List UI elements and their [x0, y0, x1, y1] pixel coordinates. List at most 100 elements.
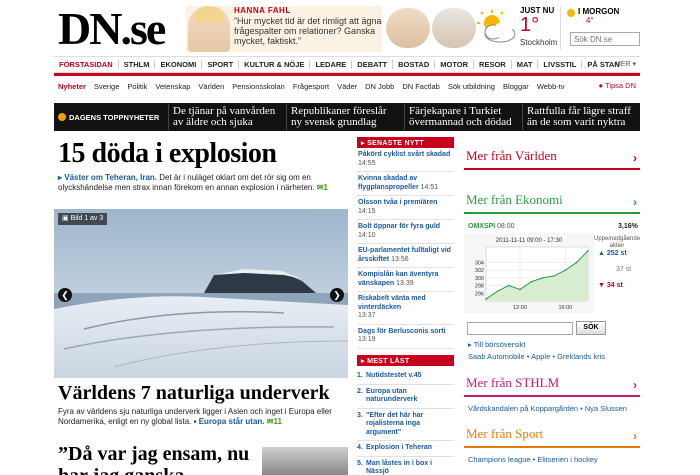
borsoversikt-link[interactable]: ▸ Till börsöversikt	[468, 340, 526, 349]
most-read-link[interactable]: Explosion i Teheran	[366, 444, 432, 453]
story-image[interactable]	[262, 447, 348, 475]
nav-item-kultur[interactable]: KULTUR & NÖJE	[239, 60, 311, 69]
arrow-icon: ▸	[58, 173, 63, 182]
ekonomi-topic-links[interactable]: Saab Automobile • Apple • Greklands kris	[468, 352, 605, 361]
nav-item-sthlm[interactable]: STHLM	[119, 60, 156, 69]
news-title[interactable]: Dags för Berlusconis sorti	[358, 328, 453, 337]
nav-item-livsstil[interactable]: LIVSSTIL	[538, 60, 583, 69]
nav-item-resor[interactable]: RESOR	[474, 60, 512, 69]
nav-item-ekonomi[interactable]: EKONOMI	[155, 60, 203, 69]
list-item[interactable]: 3. "Efter det här har rojalisterna inga a…	[357, 409, 454, 441]
list-item[interactable]: Riskabelt vänta med vinterdäcken 13:37	[357, 292, 454, 325]
news-title[interactable]: Riskabelt vänta med vinterdäcken	[358, 295, 453, 312]
top-headline[interactable]: Färjekapare i Turkiet övermannad och död…	[404, 104, 522, 130]
chevron-down-icon: ▾	[632, 61, 636, 68]
top-headline[interactable]: Republikaner föreslår ny svensk grundlag	[286, 104, 404, 130]
story-headline[interactable]: Världens 7 naturliga underverk	[58, 381, 330, 405]
list-item[interactable]: Olsson tvåa i premiären 14:15	[357, 196, 454, 220]
lead-location-link[interactable]: Väster om Teheran, Iran.	[64, 173, 157, 182]
weather-city[interactable]: Stockholm	[520, 38, 557, 47]
main-headline[interactable]: 15 döda i explosion	[58, 137, 277, 171]
most-read-link[interactable]: Nutidstestet v.45	[366, 372, 422, 381]
columnist-photo[interactable]	[432, 8, 476, 48]
chart-point	[541, 277, 544, 279]
index-name[interactable]: OMXSPI	[468, 223, 495, 230]
subnav-item-dn-factlab[interactable]: DN Factlab	[398, 82, 444, 91]
list-item[interactable]: EU-parlamentet fulltaligt vid årsskiftet…	[357, 244, 454, 268]
most-read-link[interactable]: "Efter det här har rojalisterna inga arg…	[366, 412, 454, 438]
news-title[interactable]: Olsson tvåa i premiären	[358, 199, 453, 208]
list-item[interactable]: Bolt öppnar för fyra guld 14:10	[357, 220, 454, 244]
stock-chart[interactable]: 2011-11-11 09:00 - 17:30 296298 300 302 304…	[464, 233, 594, 313]
subnav-item-pensionsskolan[interactable]: Pensionsskolan	[228, 82, 289, 91]
rank: 3.	[357, 411, 363, 419]
movers-up[interactable]: ▲ 252 st	[598, 250, 627, 257]
section-header-sthlm[interactable]: Mer från STHLM ›	[464, 374, 640, 394]
nav-more-dropdown[interactable]: MER ▾	[615, 60, 636, 68]
list-item[interactable]: Påkörd cyklist svårt skadad 14:55	[357, 148, 454, 172]
list-item[interactable]: Kompislån kan äventyra vänskapen 13:39	[357, 268, 454, 292]
stock-movers: Uppe/nedgående aktier ▲ 252 st 37 st ▼ 3…	[594, 236, 640, 302]
stock-search-input[interactable]	[467, 322, 573, 335]
section-header-ekonomi[interactable]: Mer från Ekonomi ›	[464, 191, 640, 211]
most-read-list: 1. Nutidstestet v.45 2. Europa utan naturu…	[357, 369, 454, 475]
subnav-item-sok-utbildning[interactable]: Sök utbildning	[444, 82, 499, 91]
nav-item-motor[interactable]: MOTOR	[435, 60, 475, 69]
latest-news-header: ▸ SENASTE NYTT	[357, 137, 454, 148]
nav-item-debatt[interactable]: DEBATT	[352, 60, 394, 69]
news-title[interactable]: Påkörd cyklist svårt skadad	[358, 151, 453, 160]
list-item[interactable]: 1. Nutidstestet v.45	[357, 369, 454, 385]
subnav-item-sverige[interactable]: Sverige	[90, 82, 123, 91]
chart-x-tick-label: 12:00	[513, 305, 527, 311]
columnist-photo[interactable]	[386, 8, 430, 48]
subnav-item-vetenskap[interactable]: Vetenskap	[151, 82, 194, 91]
top-headline[interactable]: De tjänar på vanvården av äldre och sjuk…	[168, 104, 286, 130]
news-title[interactable]: Kvinna skadad av flygplanspropeller	[358, 175, 419, 191]
nav-more-label: MER	[614, 61, 631, 68]
section-header-sport[interactable]: Mer från Sport ›	[464, 425, 640, 445]
comment-count[interactable]: 11	[273, 417, 281, 426]
story-headline[interactable]: ”Då var jag ensam, nu har jag ganska	[58, 443, 258, 475]
list-item[interactable]: Kvinna skadad av flygplanspropeller 14:5…	[357, 172, 454, 196]
slide-next-button[interactable]: ❯	[330, 288, 344, 302]
list-item[interactable]: 4. Explosion i Teheran	[357, 441, 454, 457]
subnav-item-politik[interactable]: Politik	[123, 82, 151, 91]
subnav-item-vader[interactable]: Väder	[333, 82, 361, 91]
slideshow-image[interactable]	[54, 209, 348, 378]
nav-item-ledare[interactable]: LEDARE	[310, 60, 353, 69]
tipsa-link[interactable]: ● Tipsa DN	[599, 81, 636, 90]
top-headline[interactable]: Rattfulla får lägre straff än de som var…	[522, 104, 640, 130]
subnav-item-varlden[interactable]: Världen	[194, 82, 228, 91]
slide-counter-text: Bild 1 av 3	[70, 215, 104, 222]
comment-count[interactable]: 1	[324, 183, 328, 192]
nav-item-sport[interactable]: SPORT	[202, 60, 240, 69]
bullet-icon	[58, 113, 66, 121]
dn-logo[interactable]: DN.se	[58, 6, 166, 52]
subnav-item-dn-jobb[interactable]: DN Jobb	[361, 82, 398, 91]
slide-prev-button[interactable]: ❮	[58, 288, 72, 302]
movers-down[interactable]: ▼ 34 st	[598, 282, 623, 289]
most-read-link[interactable]: Europa utan naturunderverk	[366, 388, 454, 405]
subnav-item-bloggar[interactable]: Bloggar	[499, 82, 533, 91]
nav-item-forstasidan[interactable]: FÖRSTASIDAN	[54, 60, 119, 69]
nav-item-mat[interactable]: MAT	[512, 60, 539, 69]
quote-text[interactable]: ”Hur mycket tid är det rimligt att ägna …	[234, 16, 384, 46]
chevron-right-icon: ›	[633, 378, 637, 392]
most-read-link[interactable]: Man låstes in i box i Nässjö	[366, 460, 454, 475]
nav-item-bostad[interactable]: BOSTAD	[393, 60, 436, 69]
news-title[interactable]: Bolt öppnar för fyra guld	[358, 223, 453, 232]
subnav-item-fragesport[interactable]: Frågesport	[289, 82, 333, 91]
list-item[interactable]: Dags för Berlusconis sorti 13:19	[357, 325, 454, 349]
sport-topic-links[interactable]: Champions league • Elitserien i hockey	[468, 455, 598, 464]
stock-search-button[interactable]: SÖK	[576, 321, 606, 335]
list-item[interactable]: 2. Europa utan naturunderverk	[357, 385, 454, 409]
weather-temp: 1°	[520, 14, 540, 36]
latest-news-title: SENASTE NYTT	[367, 140, 424, 147]
story-link[interactable]: Europa står utan.	[199, 417, 265, 426]
subnav-item-webb-tv[interactable]: Webb-tv	[533, 82, 569, 91]
subnav-item-nyheter[interactable]: Nyheter	[54, 82, 90, 91]
sthlm-topic-links[interactable]: Vårdskandalen på Koppargården • Nya Slus…	[468, 404, 627, 413]
section-header-varlden[interactable]: Mer från Världen ›	[464, 147, 640, 167]
search-input[interactable]	[570, 32, 640, 46]
list-item[interactable]: 5. Man låstes in i box i Nässjö	[357, 457, 454, 475]
